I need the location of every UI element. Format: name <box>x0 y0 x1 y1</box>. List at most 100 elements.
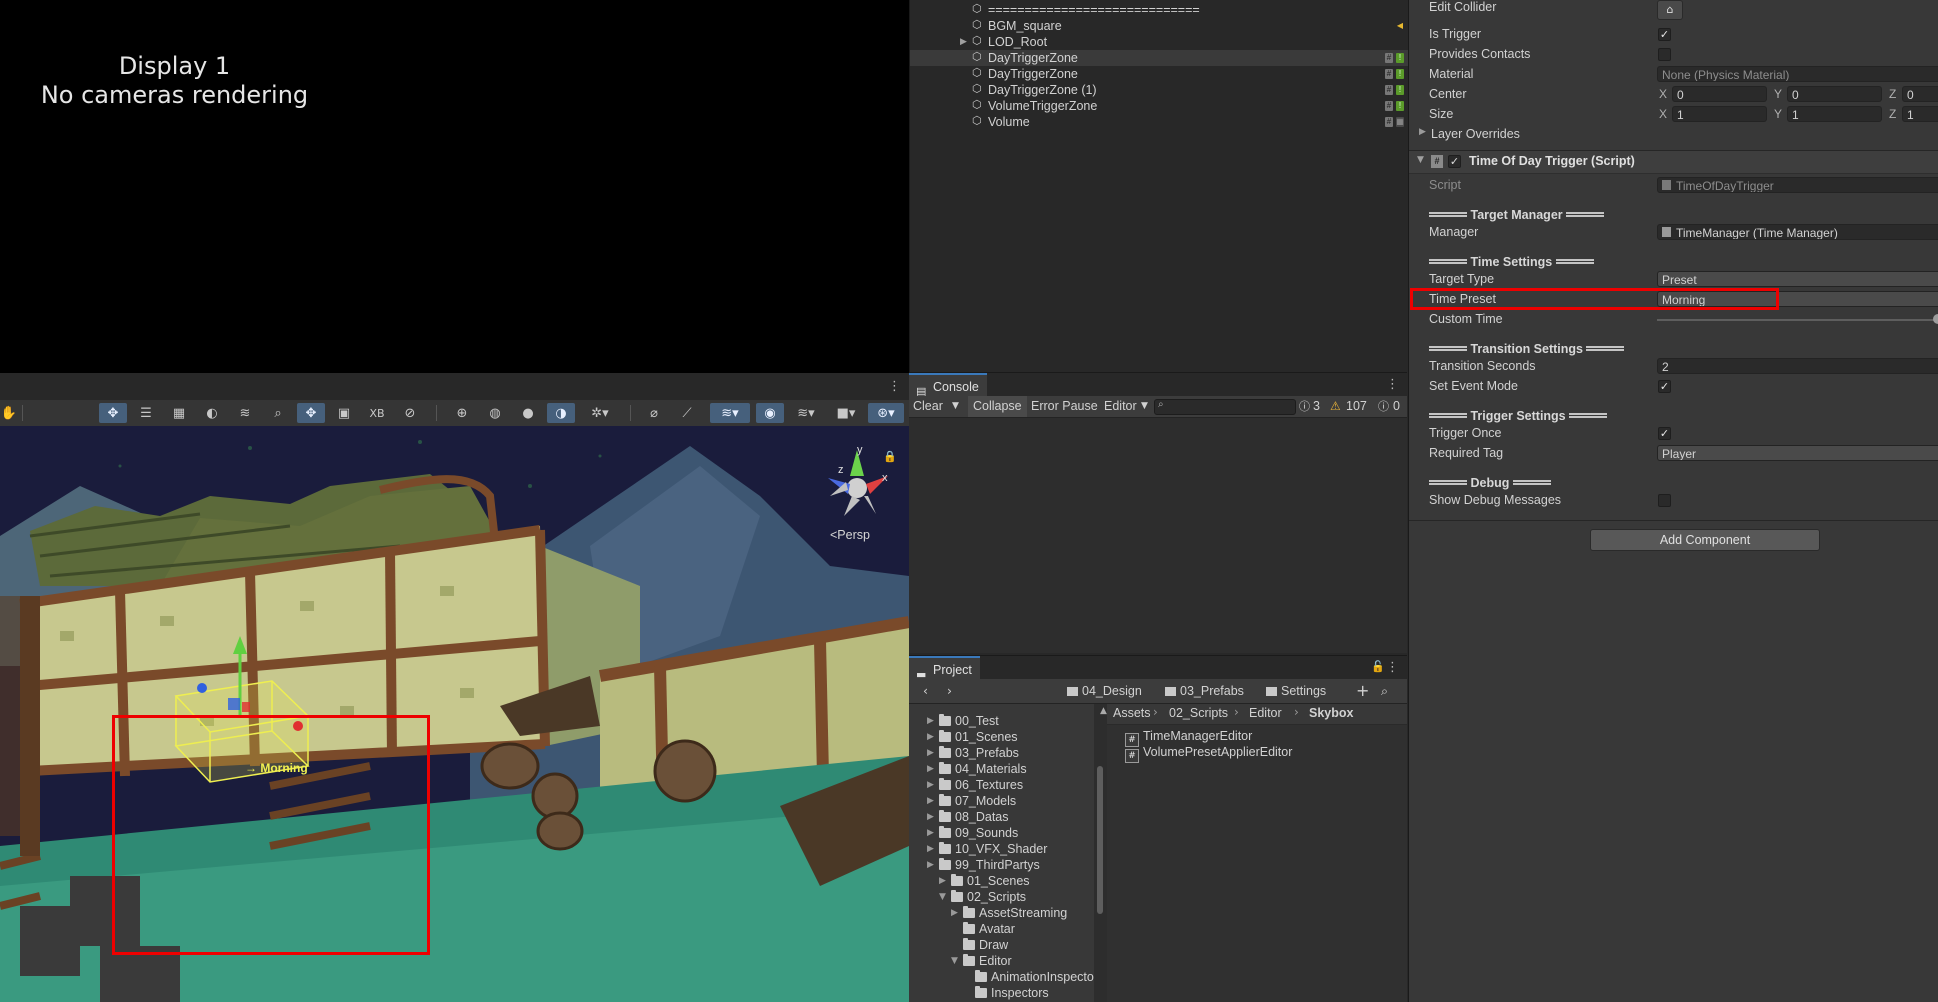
tree-folder-row[interactable]: ▶ 01_Scenes <box>909 873 1094 889</box>
tree-folder-row[interactable]: Avatar <box>909 921 1094 937</box>
console-search-input[interactable]: ⌕ <box>1154 399 1296 415</box>
tree-folder-row[interactable]: AnimationInspector <box>909 969 1094 985</box>
favorite-03-prefabs[interactable]: 03_Prefabs <box>1165 679 1244 703</box>
center-z-field[interactable]: 0 <box>1902 86 1938 102</box>
console-log-area[interactable] <box>909 418 1407 653</box>
custom-time-slider[interactable] <box>1657 319 1938 321</box>
tree-scrollbar[interactable] <box>1094 704 1107 1002</box>
layer-overrides-arrow-icon[interactable]: ▶ <box>1419 127 1426 137</box>
add-component-button[interactable]: Add Component <box>1590 529 1820 551</box>
set-event-mode-checkbox[interactable]: ✓ <box>1658 380 1671 393</box>
view-tool-icon[interactable]: ✋ <box>0 403 18 423</box>
tree-expand-arrow-icon[interactable]: ▶ <box>927 745 934 761</box>
info-count[interactable]: 3 <box>1313 396 1320 417</box>
tab-project[interactable]: ▬ Project <box>909 656 980 681</box>
tree-folder-row[interactable]: ▼ 02_Scripts <box>909 889 1094 905</box>
hierarchy-row[interactable]: ⬡ VolumeTriggerZone # ! <box>910 98 1408 114</box>
scene-more-icon[interactable]: ⋮ <box>888 379 901 394</box>
size-z-field[interactable]: 1 <box>1902 106 1938 122</box>
tree-folder-row[interactable]: Inspectors <box>909 985 1094 1001</box>
clear-dropdown-icon[interactable]: ▼ <box>952 396 959 417</box>
tree-folder-row[interactable]: ▼ Editor <box>909 953 1094 969</box>
debug-mode-icon[interactable]: ✲▾ <box>586 403 614 423</box>
provides-contacts-checkbox[interactable] <box>1658 48 1671 61</box>
tree-expand-arrow-icon[interactable]: ▶ <box>927 729 934 745</box>
project-more-icon[interactable]: ⋮ <box>1386 660 1399 675</box>
lighting-icon[interactable]: ◑ <box>547 403 575 423</box>
clear-button[interactable]: Clear <box>913 396 943 417</box>
error-count[interactable]: 0 <box>1393 396 1400 417</box>
grid-tool-icon[interactable]: ▦ <box>165 403 193 423</box>
trigger-once-checkbox[interactable]: ✓ <box>1658 427 1671 440</box>
add-icon[interactable]: + <box>1356 679 1369 703</box>
edit-collider-icon[interactable]: ⌂ <box>1657 0 1683 20</box>
tree-expand-arrow-icon[interactable]: ▶ <box>951 905 958 921</box>
center-y-field[interactable]: 0 <box>1787 86 1882 102</box>
tree-folder-row[interactable]: ▶ 09_Sounds <box>909 825 1094 841</box>
manager-field[interactable]: TimeManager (Time Manager) <box>1657 224 1938 240</box>
component-enabled-checkbox[interactable]: ✓ <box>1448 155 1461 168</box>
favorite-04-design[interactable]: 04_Design <box>1067 679 1142 703</box>
file-item[interactable]: # TimeManagerEditor <box>1125 728 1252 747</box>
component-collapse-arrow-icon[interactable]: ▼ <box>1417 155 1424 165</box>
path-scripts[interactable]: 02_Scripts <box>1169 706 1228 720</box>
shaded-icon[interactable]: ● <box>514 403 542 423</box>
component-header[interactable]: ▼ # ✓ Time Of Day Trigger (Script) <box>1409 150 1938 174</box>
warning-count[interactable]: 107 <box>1346 396 1367 417</box>
is-trigger-checkbox[interactable]: ✓ <box>1658 28 1671 41</box>
tree-folder-row[interactable]: ▶ 99_ThirdPartys <box>909 857 1094 873</box>
visibility-icon[interactable]: ◉ <box>756 403 784 423</box>
tree-expand-arrow-icon[interactable]: ▼ <box>951 953 958 969</box>
layers-tool-icon[interactable]: ≋ <box>231 403 259 423</box>
hierarchy-row-selected[interactable]: ⬡ DayTriggerZone # ! <box>910 50 1408 66</box>
xb-button[interactable]: XB <box>363 403 391 423</box>
tree-expand-arrow-icon[interactable]: ▼ <box>939 889 946 905</box>
tree-expand-arrow-icon[interactable]: ▶ <box>927 841 934 857</box>
tree-folder-row[interactable]: ▶ 04_Materials <box>909 761 1094 777</box>
tree-folder-row[interactable]: ▶ 07_Models <box>909 793 1094 809</box>
tree-expand-arrow-icon[interactable]: ▶ <box>927 793 934 809</box>
pivot-tool-icon[interactable]: ✥ <box>297 403 325 423</box>
snap-tool-icon[interactable]: ⊘ <box>396 403 424 423</box>
transition-seconds-field[interactable]: 2 <box>1657 358 1938 374</box>
tree-folder-row[interactable]: Draw <box>909 937 1094 953</box>
collapse-arrow-icon[interactable]: ▲ <box>1100 706 1107 716</box>
favorite-settings[interactable]: Settings <box>1266 679 1326 703</box>
hierarchy-row[interactable]: ⬡ Volume # ▦ <box>910 114 1408 130</box>
tab-console[interactable]: ▤ Console <box>909 373 987 398</box>
lock-icon[interactable]: 🔒 <box>883 450 897 463</box>
hierarchy-row[interactable]: ⬡ DayTriggerZone (1) # ! <box>910 82 1408 98</box>
error-count-icon[interactable]: ⓘ <box>1378 396 1389 417</box>
wireframe-icon[interactable]: ◍ <box>481 403 509 423</box>
hierarchy-row[interactable]: ⬡ ============================= <box>910 2 1408 18</box>
tree-expand-arrow-icon[interactable]: ▶ <box>927 777 934 793</box>
zoom-tool-icon[interactable]: ⌕ <box>264 403 292 423</box>
shading-tool-icon[interactable]: ◐ <box>198 403 226 423</box>
layer-overrides-foldout[interactable]: Layer Overrides <box>1431 126 1520 142</box>
path-skybox[interactable]: Skybox <box>1309 706 1353 720</box>
error-pause-button[interactable]: Error Pause <box>1031 396 1098 417</box>
path-editor[interactable]: Editor <box>1249 706 1282 720</box>
tree-folder-row[interactable]: ▶ 08_Datas <box>909 809 1094 825</box>
expand-arrow-icon[interactable]: ▶ <box>960 34 967 50</box>
tree-folder-row[interactable]: ▶ 06_Textures <box>909 777 1094 793</box>
collapse-button[interactable]: Collapse <box>968 396 1027 417</box>
tree-expand-arrow-icon[interactable]: ▶ <box>927 713 934 729</box>
scene-view[interactable]: → Morning y x z 🔒 <Persp <box>0 426 909 1002</box>
forward-arrow-icon[interactable]: › <box>947 679 952 703</box>
tree-folder-row[interactable]: ▶ 10_VFX_Shader <box>909 841 1094 857</box>
console-more-icon[interactable]: ⋮ <box>1386 377 1399 392</box>
custom-time-slider-handle[interactable] <box>1933 314 1938 324</box>
tree-expand-arrow-icon[interactable]: ▶ <box>939 873 946 889</box>
tree-folder-row[interactable]: ▶ AssetStreaming <box>909 905 1094 921</box>
material-field[interactable]: None (Physics Material) <box>1657 66 1938 82</box>
tree-folder-row[interactable]: ▶ 03_Prefabs <box>909 745 1094 761</box>
move-tool-icon[interactable]: ✥ <box>99 403 127 423</box>
center-x-field[interactable]: 0 <box>1672 86 1767 102</box>
info-count-icon[interactable]: ⓘ <box>1299 396 1310 417</box>
tree-expand-arrow-icon[interactable]: ▶ <box>927 857 934 873</box>
perspective-label[interactable]: <Persp <box>830 528 870 542</box>
back-arrow-icon[interactable]: ‹ <box>923 679 928 703</box>
time-preset-dropdown[interactable]: Morning <box>1657 291 1938 307</box>
tree-expand-arrow-icon[interactable]: ▶ <box>927 825 934 841</box>
